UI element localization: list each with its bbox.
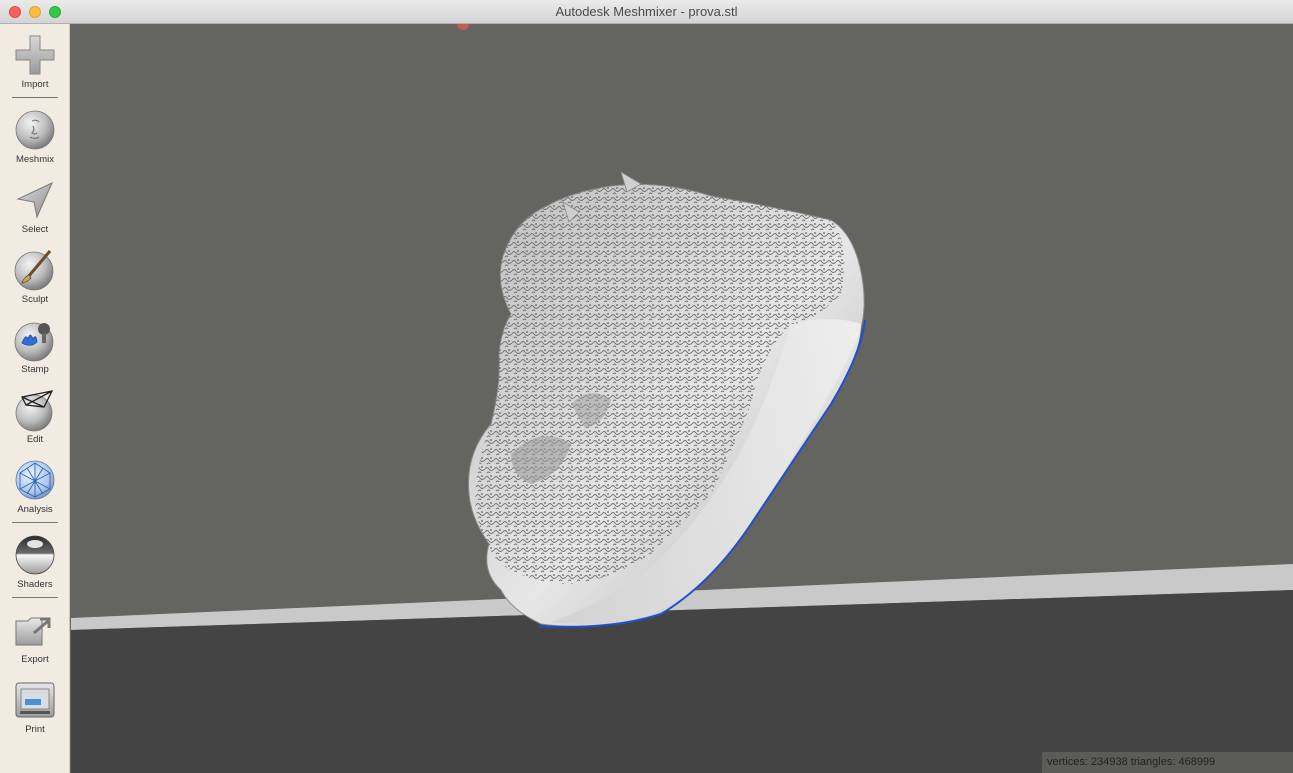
meshmix-tool[interactable]: Meshmix <box>0 107 70 165</box>
mesh-sphere-icon <box>15 460 55 500</box>
shaders-label: Shaders <box>17 579 53 590</box>
stamp-label: Stamp <box>21 364 49 375</box>
export-tool[interactable]: Export <box>0 607 70 665</box>
separator <box>12 597 58 598</box>
import-label: Import <box>21 79 49 90</box>
separator <box>12 522 58 523</box>
edit-label: Edit <box>26 434 44 445</box>
brush-sphere-icon <box>14 250 54 291</box>
select-tool[interactable]: Select <box>0 177 70 235</box>
stamp-tool[interactable]: Stamp <box>0 317 70 375</box>
import-tool[interactable]: Import <box>0 32 70 90</box>
window-title: Autodesk Meshmixer - prova.stl <box>555 4 738 19</box>
scene <box>71 24 1293 773</box>
analysis-label: Analysis <box>17 504 53 515</box>
wireframe-sphere-icon <box>15 390 54 432</box>
meshmix-head-icon <box>15 110 55 150</box>
chrome-sphere-icon <box>15 535 55 575</box>
separator <box>12 97 58 98</box>
meshmix-label: Meshmix <box>15 154 54 165</box>
select-label: Select <box>21 224 49 235</box>
shaders-tool[interactable]: Shaders <box>0 532 70 590</box>
3d-viewport[interactable] <box>71 24 1293 773</box>
mesh-stats-status: vertices: 234938 triangles: 468999 <box>1042 752 1293 773</box>
print-tool[interactable]: Print <box>0 677 70 735</box>
stamp-sphere-icon <box>14 322 54 362</box>
app-window: Autodesk Meshmixer - prova.stl Import Me… <box>0 0 1293 773</box>
title-bar[interactable]: Autodesk Meshmixer - prova.stl <box>0 0 1293 24</box>
analysis-tool[interactable]: Analysis <box>0 457 70 515</box>
export-folder-icon <box>15 617 51 646</box>
edit-tool[interactable]: Edit <box>0 387 70 445</box>
printer-icon <box>15 682 55 718</box>
sculpt-label: Sculpt <box>21 294 49 305</box>
arrow-pointer-icon <box>16 181 53 219</box>
sculpt-tool[interactable]: Sculpt <box>0 247 70 305</box>
export-label: Export <box>21 654 49 665</box>
tool-sidebar: Import Meshmix Select Sculpt Stamp Edit … <box>0 24 70 773</box>
print-label: Print <box>25 724 45 735</box>
plus-icon <box>15 35 55 75</box>
